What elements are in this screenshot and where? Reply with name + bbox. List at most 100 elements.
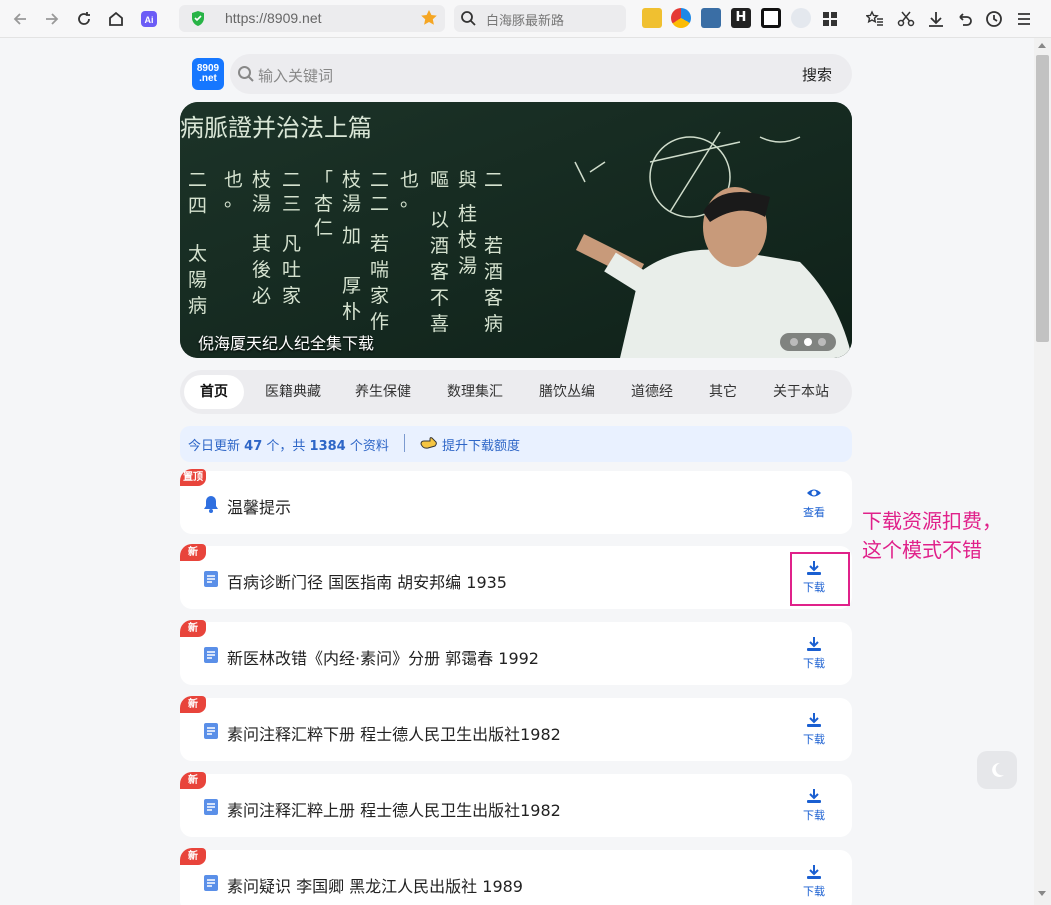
tab-other[interactable]: 其它 — [700, 375, 746, 409]
carousel-dot-1[interactable] — [790, 338, 798, 346]
tab-numerology[interactable]: 数理集汇 — [440, 375, 510, 409]
stats-divider — [404, 434, 405, 452]
svg-text:枝: 枝 — [458, 229, 477, 251]
history-icon[interactable] — [982, 7, 1006, 31]
item-title[interactable]: 温馨提示 — [227, 494, 291, 518]
ai-icon[interactable]: Ai — [137, 7, 161, 31]
download-button[interactable]: 下载 — [799, 712, 829, 748]
view-button[interactable]: 查看 — [799, 485, 829, 521]
bell-icon — [204, 496, 218, 513]
svg-text:後: 後 — [252, 259, 271, 281]
extension-link-icon[interactable] — [791, 8, 811, 28]
item-title[interactable]: 素问注释汇粹下册 程士德人民卫生出版社1982 — [227, 721, 561, 745]
book-icon — [204, 571, 218, 587]
item-title[interactable]: 新医林改错《内经·素问》分册 郭霭春 1992 — [227, 645, 539, 669]
list-item[interactable]: 新 素问注释汇粹下册 程士德人民卫生出版社1982 下载 — [180, 696, 852, 761]
carousel-dot-2[interactable] — [804, 338, 812, 346]
list-item-pinned[interactable]: 置顶 温馨提示 查看 — [180, 469, 852, 534]
tab-daodejing[interactable]: 道德经 — [622, 375, 682, 409]
search-icon — [461, 11, 476, 26]
search-icon — [238, 66, 254, 82]
svg-text:也: 也 — [224, 169, 243, 191]
banner-carousel[interactable]: 病脈證并治法上篇 二四太陽病 也。 枝湯其後必 二三凡吐家 「杏仁 枝湯加厚朴 … — [180, 102, 852, 358]
download-button[interactable]: 下载 — [799, 864, 829, 900]
scroll-thumb[interactable] — [1036, 55, 1049, 342]
site-search-input[interactable]: 输入关键词 搜索 — [230, 54, 852, 94]
category-tabs: 首页 医籍典藏 养生保健 数理集汇 膳饮丛编 道德经 其它 关于本站 — [180, 370, 852, 414]
download-button[interactable]: 下载 — [799, 636, 829, 672]
extension-bug-icon[interactable] — [642, 8, 662, 28]
extension-square-icon[interactable] — [761, 8, 781, 28]
svg-text:二: 二 — [370, 169, 389, 191]
annotation-line1: 下载资源扣费， — [862, 509, 1002, 533]
address-bar[interactable]: https://8909.net — [179, 5, 445, 32]
search-button[interactable]: 搜索 — [802, 64, 832, 85]
logo-line2: .net — [199, 73, 217, 84]
favorites-icon[interactable] — [863, 7, 887, 31]
menu-icon[interactable] — [1012, 7, 1036, 31]
scroll-up-arrow-icon[interactable] — [1038, 43, 1046, 48]
tab-health[interactable]: 养生保健 — [348, 375, 418, 409]
extension-stack-icon[interactable] — [701, 8, 721, 28]
list-item[interactable]: 新 素问疑识 李国卿 黑龙江人民出版社 1989 下载 — [180, 848, 852, 905]
tab-about[interactable]: 关于本站 — [766, 375, 836, 409]
svg-text:與: 與 — [458, 169, 477, 191]
svg-text:不: 不 — [430, 287, 449, 309]
download-icon — [807, 637, 821, 651]
list-item[interactable]: 新 素问注释汇粹上册 程士德人民卫生出版社1982 下载 — [180, 772, 852, 837]
svg-text:陽: 陽 — [188, 269, 207, 291]
browser-search-box[interactable]: 白海豚最新路 — [454, 5, 626, 32]
item-title[interactable]: 百病诊断门径 国医指南 胡安邦编 1935 — [227, 569, 507, 593]
list-item[interactable]: 新 百病诊断门径 国医指南 胡安邦编 1935 下载 — [180, 544, 852, 609]
bookmark-star-icon[interactable] — [419, 8, 439, 28]
apps-grid-icon[interactable] — [818, 7, 842, 31]
download-icon — [807, 713, 821, 727]
page-scrollbar[interactable] — [1034, 38, 1051, 905]
back-icon[interactable] — [8, 7, 32, 31]
download-icon — [807, 789, 821, 803]
svg-text:客: 客 — [430, 261, 449, 283]
annotation-highlight-box — [790, 552, 850, 606]
download-button[interactable]: 下载 — [799, 788, 829, 824]
list-item[interactable]: 新 新医林改错《内经·素问》分册 郭霭春 1992 下载 — [180, 620, 852, 685]
banner-caption[interactable]: 倪海厦天纪人纪全集下载 — [198, 330, 374, 354]
scissors-icon[interactable] — [894, 7, 918, 31]
svg-text:。: 。 — [224, 189, 243, 211]
item-title[interactable]: 素问注释汇粹上册 程士德人民卫生出版社1982 — [227, 797, 561, 821]
carousel-dot-3[interactable] — [818, 338, 826, 346]
extension-h-icon[interactable]: H — [731, 8, 751, 28]
svg-text:太: 太 — [188, 243, 207, 265]
carousel-indicators[interactable] — [780, 333, 836, 351]
tab-diet[interactable]: 膳饮丛编 — [532, 375, 602, 409]
svg-text:喘: 喘 — [370, 259, 389, 281]
svg-text:加: 加 — [342, 225, 361, 247]
svg-text:湯: 湯 — [252, 193, 271, 215]
scroll-down-arrow-icon[interactable] — [1038, 891, 1046, 896]
item-title[interactable]: 素问疑识 李国卿 黑龙江人民出版社 1989 — [227, 873, 523, 897]
svg-text:家: 家 — [282, 285, 301, 307]
svg-text:二: 二 — [188, 169, 207, 191]
site-logo[interactable]: 8909 .net — [192, 58, 224, 90]
reload-icon[interactable] — [72, 7, 96, 31]
svg-text:枝: 枝 — [252, 169, 271, 191]
shield-icon — [192, 11, 204, 26]
svg-text:家: 家 — [370, 285, 389, 307]
svg-text:也: 也 — [400, 169, 419, 191]
eye-icon — [807, 489, 821, 497]
undo-icon[interactable] — [953, 7, 977, 31]
tab-home[interactable]: 首页 — [184, 375, 244, 409]
download-icon[interactable] — [924, 7, 948, 31]
svg-text:二: 二 — [370, 193, 389, 215]
new-tag: 新 — [180, 620, 206, 637]
svg-text:湯: 湯 — [458, 255, 477, 277]
home-icon[interactable] — [104, 7, 128, 31]
moon-icon — [992, 762, 1004, 777]
forward-icon[interactable] — [40, 7, 64, 31]
svg-text:其: 其 — [252, 233, 271, 255]
extension-browser-icon[interactable] — [671, 8, 691, 28]
svg-text:。: 。 — [400, 189, 419, 211]
download-icon — [807, 865, 821, 879]
tab-classics[interactable]: 医籍典藏 — [258, 375, 328, 409]
upgrade-quota-link[interactable]: 提升下载额度 — [442, 435, 520, 454]
dark-mode-toggle[interactable] — [977, 751, 1017, 789]
